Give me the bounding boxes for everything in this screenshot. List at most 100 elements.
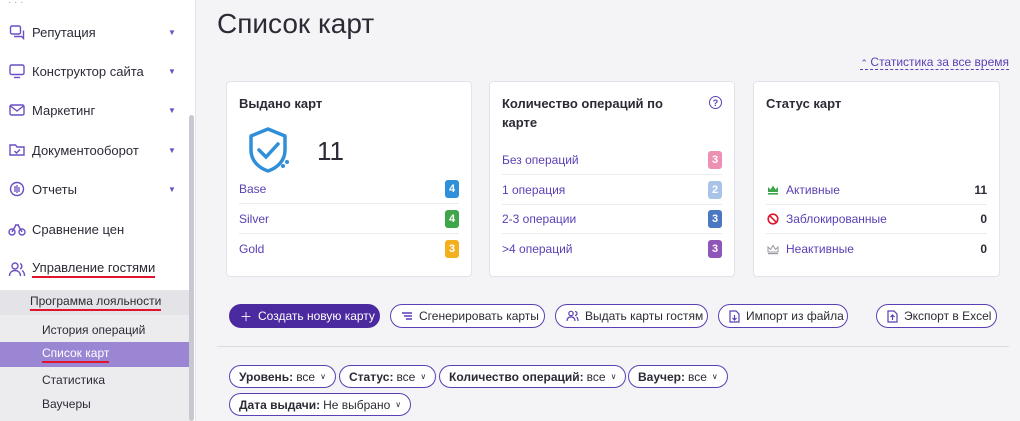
export-excel-button[interactable]: Экспорт в Excel	[876, 304, 997, 328]
filter-value: все	[687, 369, 707, 384]
sidebar-item-site-builder[interactable]: Конструктор сайта ▼	[0, 53, 188, 89]
count-badge: 3	[445, 240, 459, 258]
plus-icon: ＋	[240, 309, 253, 324]
sidebar-item-reports[interactable]: Отчеты ▼	[0, 171, 188, 207]
sidebar-subitem-label: Список карт	[42, 346, 110, 363]
page-title: Список карт	[217, 8, 375, 39]
sidebar-item-label: Отчеты	[32, 181, 77, 197]
sidebar-subitem-card-list[interactable]: Список карт	[0, 342, 190, 367]
list-item[interactable]: Активные 11	[766, 175, 987, 205]
import-file-button[interactable]: Импорт из файла	[718, 304, 848, 328]
chevron-down-icon: ∨	[420, 372, 427, 381]
button-label: Импорт из файла	[746, 309, 844, 323]
sidebar-item-documents[interactable]: Документооборот ▼	[0, 132, 188, 168]
mail-icon	[8, 101, 26, 119]
button-label: Сгенерировать карты	[419, 309, 539, 323]
chevron-down-icon: ∨	[711, 372, 718, 381]
list-item[interactable]: Без операций 3	[502, 145, 722, 175]
sidebar-item-label: Репутация	[32, 24, 96, 40]
filter-label: Уровень:	[239, 369, 294, 384]
issued-total: 11	[317, 136, 344, 166]
list-item[interactable]: Неактивные 0	[766, 234, 987, 264]
folder-check-icon	[8, 141, 26, 159]
file-export-icon	[887, 309, 898, 323]
crown-gray-icon	[766, 244, 780, 255]
button-label: Создать новую карту	[258, 309, 375, 323]
issue-cards-button[interactable]: Выдать карты гостям	[555, 304, 708, 328]
sidebar-item-guest-management[interactable]: Управление гостями	[0, 251, 188, 287]
chevron-down-icon: ▼	[168, 105, 176, 115]
count-value: 11	[974, 182, 987, 197]
truncated-item-indicator: · · ·	[8, 0, 24, 8]
users-icon	[566, 310, 579, 322]
sidebar-scrollbar[interactable]	[189, 115, 194, 421]
sidebar-item-reputation[interactable]: Репутация ▼	[0, 14, 188, 50]
filter-operations-count[interactable]: Количество операций: все ∨	[439, 365, 627, 388]
row-label: Silver	[239, 211, 270, 226]
row-label: >4 операций	[502, 242, 573, 256]
help-icon[interactable]: ?	[709, 96, 722, 109]
sidebar-item-price-compare[interactable]: Сравнение цен	[0, 211, 188, 247]
filter-level[interactable]: Уровень: все ∨	[229, 365, 336, 388]
chevron-down-icon: ∨	[320, 372, 326, 381]
sidebar-subitem-vouchers[interactable]: Ваучеры	[0, 391, 190, 416]
divider	[217, 346, 1009, 347]
pie-chart-icon	[8, 180, 26, 198]
operations-card: Количество операций по карте ? Без опера…	[489, 81, 735, 277]
count-value: 0	[980, 242, 987, 256]
sidebar-subitem-statistics[interactable]: Статистика	[0, 367, 190, 392]
row-label: Base	[239, 181, 267, 196]
row-label: 1 операция	[502, 182, 566, 197]
chevron-down-icon: ▼	[168, 184, 176, 194]
list-item[interactable]: Base 4	[239, 174, 459, 204]
sidebar-subitem-label: История операций	[42, 322, 146, 337]
button-label: Выдать карты гостям	[585, 309, 704, 323]
row-label: Заблокированные	[786, 211, 887, 226]
stats-all-time-link[interactable]: ⌃ Статистика за все время	[860, 55, 1009, 70]
sidebar-item-label: Маркетинг	[32, 102, 96, 118]
count-value: 0	[980, 211, 987, 226]
sidebar: · · · Репутация ▼ Конструктор сайта ▼ Ма…	[0, 0, 196, 421]
filter-label: Количество операций:	[449, 369, 584, 384]
row-label: Неактивные	[786, 242, 854, 256]
list-item[interactable]: Silver 4	[239, 204, 459, 234]
shield-check-icon	[245, 126, 291, 179]
generate-list-icon	[401, 311, 413, 321]
sidebar-item-label: Документооборот	[32, 142, 139, 158]
list-item[interactable]: 2-3 операции 3	[502, 204, 722, 234]
card-title: Выдано карт	[239, 96, 323, 111]
chevron-down-icon: ▼	[168, 145, 176, 155]
filter-status[interactable]: Статус: все ∨	[339, 365, 437, 388]
list-item[interactable]: >4 операций 3	[502, 234, 722, 264]
button-label: Экспорт в Excel	[904, 309, 992, 323]
chat-icon	[8, 23, 26, 41]
count-badge: 2	[708, 180, 722, 199]
sidebar-item-label: Управление гостями	[32, 260, 156, 278]
sidebar-subitem-label: Программа лояльности	[30, 294, 162, 311]
scales-icon	[8, 220, 26, 238]
chevron-down-icon: ▼	[168, 27, 176, 37]
list-item[interactable]: 1 операция 2	[502, 175, 722, 205]
filter-label: Статус:	[349, 369, 394, 384]
card-title: Статус карт	[766, 96, 842, 111]
users-icon	[8, 260, 26, 278]
sidebar-item-marketing[interactable]: Маркетинг ▼	[0, 92, 188, 128]
card-title: Количество операций по карте	[502, 96, 663, 130]
generate-cards-button[interactable]: Сгенерировать карты	[390, 304, 545, 328]
filter-voucher[interactable]: Ваучер: все ∨	[628, 365, 728, 388]
chevron-up-icon: ⌃	[860, 58, 871, 68]
sidebar-subitem-loyalty-program[interactable]: Программа лояльности	[0, 290, 190, 315]
stats-link-label: Статистика за все время	[870, 55, 1009, 69]
sidebar-subitem-label: Ваучеры	[42, 396, 91, 411]
sidebar-subitem-label: Статистика	[42, 372, 106, 387]
sidebar-subitem-operations-history[interactable]: История операций	[0, 317, 190, 342]
count-badge: 3	[708, 150, 722, 169]
filter-issue-date[interactable]: Дата выдачи: Не выбрано ∨	[229, 393, 412, 416]
filter-label: Ваучер:	[638, 369, 685, 384]
card-status-card: Статус карт Активные 11 Заблокированные …	[753, 81, 1000, 277]
create-card-button[interactable]: ＋ Создать новую карту	[229, 304, 380, 328]
list-item[interactable]: Заблокированные 0	[766, 204, 987, 234]
list-item[interactable]: Gold 3	[239, 234, 459, 264]
chevron-down-icon: ∨	[395, 400, 402, 409]
count-badge: 3	[708, 209, 722, 228]
